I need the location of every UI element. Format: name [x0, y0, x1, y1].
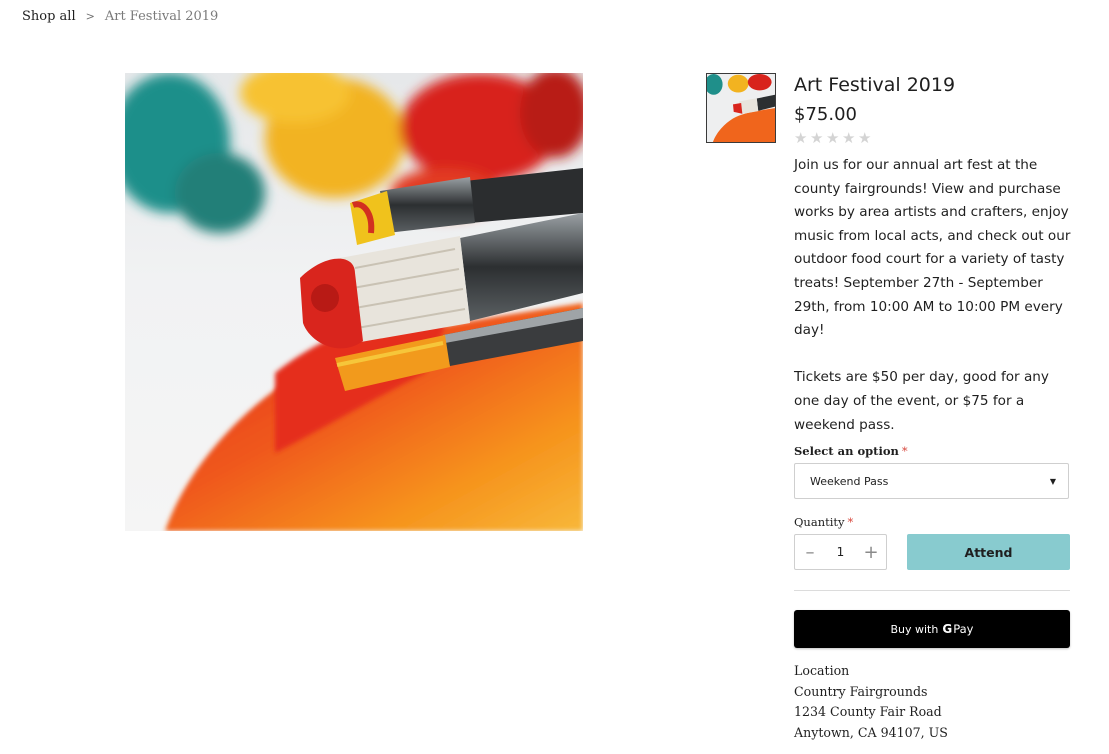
quantity-input[interactable] — [826, 545, 855, 559]
required-mark: * — [847, 515, 854, 529]
quantity-label: Quantity * — [794, 515, 853, 529]
product-thumbnail[interactable] — [706, 73, 776, 143]
star-icon: ★ — [810, 129, 824, 147]
increase-quantity-button[interactable]: + — [856, 535, 886, 569]
star-icon: ★ — [842, 129, 856, 147]
product-title: Art Festival 2019 — [794, 74, 956, 96]
gpay-pay-text: Pay — [953, 622, 974, 636]
rating-stars[interactable]: ★ ★ ★ ★ ★ — [794, 130, 1072, 146]
option-selected-value: Weekend Pass — [810, 474, 889, 488]
location-block: Location Country Fairgrounds 1234 County… — [794, 661, 948, 743]
decrease-quantity-button[interactable]: – — [795, 535, 825, 569]
breadcrumb-shop-all-link[interactable]: Shop all — [22, 9, 76, 24]
location-street: 1234 County Fair Road — [794, 704, 942, 719]
location-city: Anytown, CA 94107, US — [794, 724, 948, 740]
location-heading: Location — [794, 663, 850, 678]
chevron-down-icon: ▼ — [1049, 476, 1056, 486]
description-paragraph: Join us for our annual art fest at the c… — [794, 157, 1071, 339]
required-mark: * — [901, 444, 908, 458]
breadcrumb-current: Art Festival 2019 — [104, 8, 219, 24]
product-info: Art Festival 2019 $75.00 ★ ★ ★ ★ ★ Join … — [794, 72, 1072, 437]
description-paragraph: Tickets are $50 per day, good for any on… — [794, 369, 1049, 433]
option-select[interactable]: Weekend Pass ▼ — [794, 463, 1069, 499]
breadcrumb-separator: > — [85, 9, 95, 23]
google-g-icon: G — [942, 622, 953, 636]
quantity-label-text: Quantity — [794, 515, 845, 529]
product-description: Join us for our annual art fest at the c… — [794, 154, 1072, 437]
star-icon: ★ — [858, 129, 872, 147]
product-price: $75.00 — [794, 104, 857, 125]
divider — [794, 590, 1070, 591]
gpay-prefix: Buy with — [890, 622, 939, 636]
quantity-stepper: – + — [794, 534, 887, 570]
location-name: Country Fairgrounds — [794, 683, 928, 699]
option-label: Select an option * — [794, 444, 908, 458]
buy-with-google-pay-button[interactable]: Buy with G Pay — [794, 610, 1070, 648]
product-main-image[interactable] — [125, 73, 583, 531]
star-icon: ★ — [794, 129, 808, 147]
star-icon: ★ — [826, 129, 840, 147]
attend-button[interactable]: Attend — [907, 534, 1070, 570]
option-label-text: Select an option — [794, 444, 899, 458]
breadcrumb: Shop all > Art Festival 2019 — [22, 7, 218, 25]
